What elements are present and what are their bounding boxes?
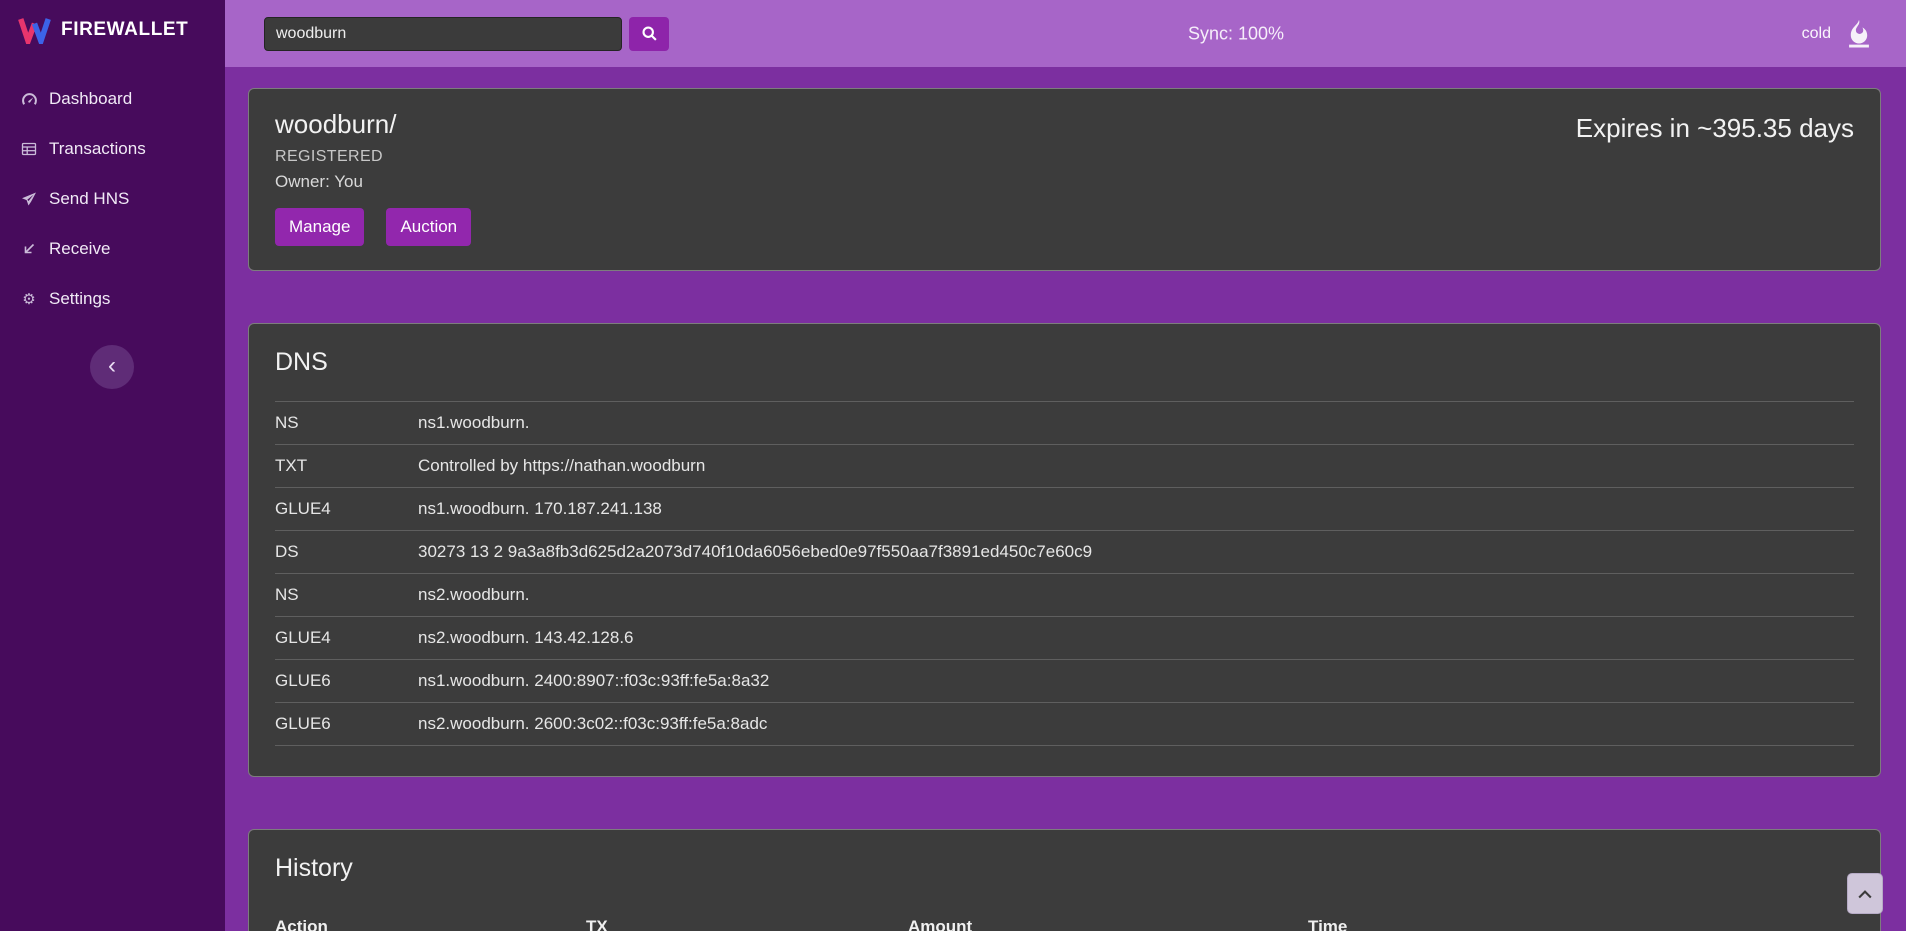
wallet-mode-label: cold [1802,25,1831,43]
domain-name: woodburn/ [275,109,471,140]
domain-actions: Manage Auction [275,208,471,246]
settings-gear-icon: ⚙ [20,290,38,308]
search-button[interactable] [629,17,669,51]
sidebar-item-transactions[interactable]: Transactions [0,124,225,174]
search-input[interactable] [264,17,622,51]
dns-record-value: ns2.woodburn. 143.42.128.6 [418,617,1854,660]
dns-record-value: ns2.woodburn. 2600:3c02::f03c:93ff:fe5a:… [418,703,1854,746]
domain-expiry: Expires in ~395.35 days [1576,113,1854,144]
app-title: FIREWALLET [61,19,188,41]
sidebar-nav: Dashboard Transactions Send HNS [0,58,225,324]
dashboard-gauge-icon [20,90,38,108]
search-icon [641,25,658,42]
dns-record-row: NS ns1.woodburn. [275,402,1854,445]
dns-record-value: ns2.woodburn. [418,574,1854,617]
firewallet-logo-icon [18,16,51,44]
firewallet-flame-icon [1842,17,1876,51]
dns-record-type: DS [275,531,418,574]
dns-record-row: GLUE4 ns2.woodburn. 143.42.128.6 [275,617,1854,660]
sidebar: FIREWALLET Dashboard Transactions [0,0,225,931]
main-content: woodburn/ REGISTERED Owner: You Manage A… [225,67,1906,931]
chevron-up-icon [1858,889,1872,899]
domain-info: woodburn/ REGISTERED Owner: You Manage A… [275,109,471,246]
sync-status: Sync: 100% [1188,23,1284,44]
dns-record-type: GLUE6 [275,703,418,746]
dns-record-row: NS ns2.woodburn. [275,574,1854,617]
dns-table: NS ns1.woodburn. TXT Controlled by https… [275,401,1854,746]
sidebar-item-label: Send HNS [49,189,129,209]
dns-record-row: GLUE6 ns1.woodburn. 2400:8907::f03c:93ff… [275,660,1854,703]
dns-record-type: GLUE6 [275,660,418,703]
dns-record-type: GLUE4 [275,488,418,531]
history-col-action: Action [275,907,586,931]
search-group [264,17,669,51]
auction-button[interactable]: Auction [386,208,471,246]
history-col-amount: Amount [908,907,1308,931]
dns-record-type: TXT [275,445,418,488]
receive-arrow-icon [20,240,38,258]
dns-record-value: 30273 13 2 9a3a8fb3d625d2a2073d740f10da6… [418,531,1854,574]
sidebar-collapse-button[interactable]: ‹ [90,345,134,389]
history-table: Action TX Amount Time UPDATE 70e64775...… [275,907,1854,931]
send-plane-icon [20,190,38,208]
domain-status: REGISTERED [275,148,471,166]
history-col-tx: TX [586,907,908,931]
dns-record-row: GLUE6 ns2.woodburn. 2600:3c02::f03c:93ff… [275,703,1854,746]
sidebar-item-dashboard[interactable]: Dashboard [0,74,225,124]
dns-record-type: NS [275,574,418,617]
dns-card: DNS NS ns1.woodburn. TXT Controlled by h… [248,323,1881,777]
domain-owner: Owner: You [275,172,471,192]
dns-record-value: ns1.woodburn. 170.187.241.138 [418,488,1854,531]
wallet-status-group: cold [1802,17,1876,51]
transactions-table-icon [20,140,38,158]
sidebar-item-receive[interactable]: Receive [0,224,225,274]
sidebar-item-send-hns[interactable]: Send HNS [0,174,225,224]
dns-record-row: TXT Controlled by https://nathan.woodbur… [275,445,1854,488]
dns-record-type: NS [275,402,418,445]
history-title: History [275,854,1854,883]
dns-record-value: ns1.woodburn. 2400:8907::f03c:93ff:fe5a:… [418,660,1854,703]
history-col-time: Time [1308,907,1854,931]
chevron-left-icon: ‹ [108,354,116,378]
dns-record-value: ns1.woodburn. [418,402,1854,445]
sidebar-item-label: Receive [49,239,110,259]
dns-title: DNS [275,348,1854,377]
history-header-row: Action TX Amount Time [275,907,1854,931]
topbar: Sync: 100% cold [225,0,1906,67]
domain-card: woodburn/ REGISTERED Owner: You Manage A… [248,88,1881,271]
manage-button[interactable]: Manage [275,208,364,246]
dns-record-type: GLUE4 [275,617,418,660]
scroll-to-top-button[interactable] [1847,873,1883,914]
dns-record-row: GLUE4 ns1.woodburn. 170.187.241.138 [275,488,1854,531]
sidebar-item-settings[interactable]: ⚙ Settings [0,274,225,324]
history-card: History Action TX Amount Time UPDATE 70e… [248,829,1881,931]
app-logo: FIREWALLET [0,0,225,58]
sidebar-item-label: Dashboard [49,89,132,109]
sidebar-item-label: Transactions [49,139,146,159]
dns-record-value: Controlled by https://nathan.woodburn [418,445,1854,488]
sidebar-item-label: Settings [49,289,110,309]
dns-record-row: DS 30273 13 2 9a3a8fb3d625d2a2073d740f10… [275,531,1854,574]
